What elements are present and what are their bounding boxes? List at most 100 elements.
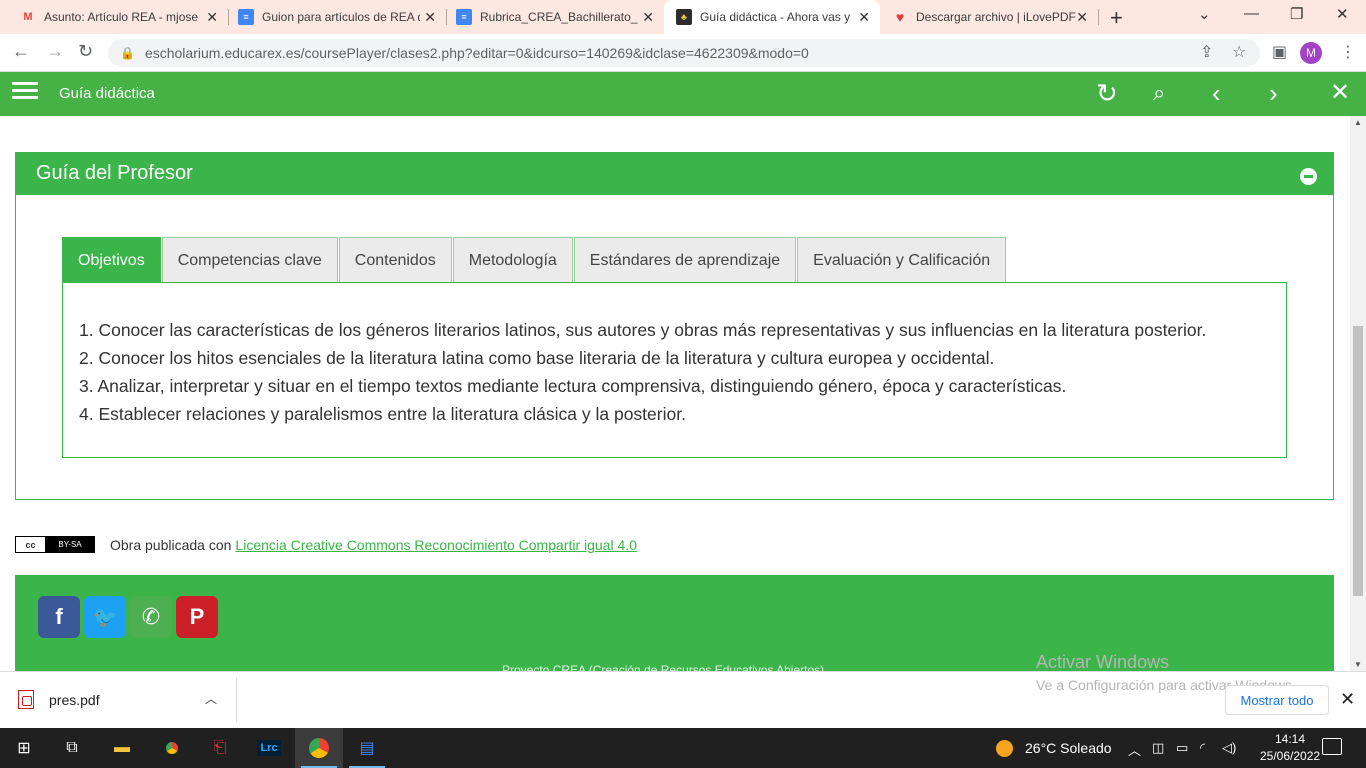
- teacher-guide-panel: Guía del Profesor Objetivos Competencias…: [15, 152, 1334, 500]
- download-item[interactable]: pres.pdf: [18, 690, 100, 709]
- cc-logo: cc: [16, 537, 46, 552]
- reload-icon[interactable]: ↻: [78, 41, 93, 62]
- facebook-share-button[interactable]: f: [38, 596, 80, 638]
- browser-tab-guia-active[interactable]: ♣ Guía didáctica - Ahora vas y ✕: [664, 0, 880, 34]
- whatsapp-share-button[interactable]: ✆: [130, 596, 172, 638]
- scroll-up-icon[interactable]: ▲: [1354, 118, 1362, 127]
- twitter-share-button[interactable]: 🐦: [84, 596, 126, 638]
- collapse-icon[interactable]: [1300, 168, 1317, 185]
- lock-icon: 🔒: [120, 46, 135, 60]
- license-prefix: Obra publicada con: [110, 536, 232, 553]
- browser-tab-guion[interactable]: ≡ Guion para artículos de REA d ✕: [218, 0, 446, 34]
- panel-header: Guía del Profesor: [16, 153, 1333, 195]
- watermark-title: Activar Windows: [1036, 652, 1170, 672]
- windows-start-icon[interactable]: ⊞: [0, 728, 48, 768]
- menu-kebab-icon[interactable]: ⋮: [1340, 42, 1356, 62]
- minimize-icon[interactable]: —: [1244, 5, 1259, 22]
- tab-estandares[interactable]: Estándares de aprendizaje: [573, 237, 797, 283]
- tab-competencias-clave[interactable]: Competencias clave: [161, 237, 338, 283]
- lightroom-icon[interactable]: Lrc: [245, 728, 293, 768]
- browser-toolbar: ← → ↻ 🔒 escholarium.educarex.es/coursePl…: [0, 34, 1366, 72]
- close-icon[interactable]: ✕: [1076, 9, 1088, 26]
- close-download-bar-icon[interactable]: ✕: [1340, 689, 1355, 710]
- download-bar: pres.pdf ︿ Ve a Configuración para activ…: [0, 671, 1366, 728]
- chrome-icon[interactable]: [148, 728, 196, 768]
- docs-icon: ≡: [238, 9, 254, 25]
- close-icon[interactable]: ✕: [642, 9, 654, 26]
- search-icon[interactable]: ⌕: [1153, 78, 1165, 108]
- forward-icon[interactable]: →: [46, 41, 64, 62]
- notifications-icon[interactable]: [1322, 738, 1342, 755]
- download-filename: pres.pdf: [49, 691, 100, 708]
- acrobat-icon[interactable]: ⎗: [196, 728, 244, 768]
- tab-contenidos[interactable]: Contenidos: [338, 237, 452, 283]
- app-icon: ♣: [676, 9, 692, 25]
- windows-taskbar: ⊞ ⧉ ▬ ⎗ Lrc ▤ 26°C Soleado ︿ ◫ ▭ ◜ ◁) 14…: [0, 728, 1366, 768]
- back-icon[interactable]: ←: [12, 41, 30, 62]
- close-icon[interactable]: ✕: [858, 9, 870, 26]
- tab-content-objetivos: 1. Conocer las características de los gé…: [62, 282, 1287, 458]
- footer-credit: Proyecto CREA (Creación de Recursos Educ…: [502, 663, 825, 671]
- app-header: Guía didáctica ↻ ⌕ ‹ › ✕: [0, 72, 1366, 116]
- heart-icon: ♥: [895, 9, 905, 25]
- chevron-up-icon[interactable]: ︿: [205, 690, 217, 707]
- scroll-down-icon[interactable]: ▼: [1354, 660, 1362, 669]
- browser-tab-ilovepdf[interactable]: ♥ Descargar archivo | iLovePDF ✕: [880, 0, 1098, 34]
- page-scrollbar[interactable]: ▲ ▼: [1350, 116, 1366, 671]
- close-window-icon[interactable]: ✕: [1336, 5, 1349, 23]
- taskbar-clock[interactable]: 14:14 25/06/2022: [1260, 731, 1320, 765]
- whatsapp-icon: ✆: [141, 604, 161, 629]
- browser-tab-gmail[interactable]: M Asunto: Artículo REA - mjose ✕: [0, 0, 228, 34]
- pinterest-icon: P: [189, 604, 205, 629]
- chrome-profile-icon[interactable]: [295, 728, 343, 768]
- browser-tab-rubrica[interactable]: ≡ Rubrica_CREA_Bachillerato_La ✕: [436, 0, 664, 34]
- windows-activation-watermark: Activar Windows: [1036, 652, 1169, 673]
- previous-icon[interactable]: ‹: [1212, 78, 1221, 108]
- browser-tab-strip: M Asunto: Artículo REA - mjose ✕ ≡ Guion…: [0, 0, 1366, 34]
- tab-metodologia[interactable]: Metodología: [452, 237, 573, 283]
- profile-avatar[interactable]: M: [1300, 42, 1322, 64]
- refresh-icon[interactable]: ↻: [1096, 78, 1118, 108]
- side-panel-icon[interactable]: ▣: [1272, 42, 1287, 62]
- tray-chevron-icon[interactable]: ︿: [1128, 740, 1141, 759]
- docs-app-icon[interactable]: ▤: [343, 728, 391, 768]
- license-link[interactable]: Licencia Creative Commons Reconocimiento…: [235, 537, 637, 553]
- tab-title: Guía didáctica - Ahora vas y: [700, 10, 850, 24]
- weather-widget[interactable]: 26°C Soleado: [996, 728, 1112, 768]
- tab-objetivos[interactable]: Objetivos: [62, 237, 161, 283]
- guide-tabs: Objetivos Competencias clave Contenidos …: [62, 237, 1007, 283]
- objectives-list: 1. Conocer las características de los gé…: [79, 316, 1286, 428]
- pinterest-share-button[interactable]: P: [176, 596, 218, 638]
- pdf-file-icon: [18, 690, 34, 709]
- hamburger-menu-icon[interactable]: [12, 82, 38, 104]
- twitter-icon: 🐦: [92, 606, 118, 629]
- gmail-icon: M: [23, 11, 33, 23]
- page-content: Guía del Profesor Objetivos Competencias…: [0, 116, 1350, 671]
- tab-search-icon[interactable]: ⌄: [1198, 5, 1211, 23]
- task-view-icon[interactable]: ⧉: [48, 728, 96, 768]
- battery-icon[interactable]: ▭: [1176, 740, 1188, 756]
- address-bar[interactable]: 🔒 escholarium.educarex.es/coursePlayer/c…: [108, 39, 1260, 67]
- bookmark-star-icon[interactable]: ☆: [1232, 42, 1246, 62]
- url-text[interactable]: escholarium.educarex.es/coursePlayer/cla…: [145, 45, 809, 61]
- tab-title: Rubrica_CREA_Bachillerato_La: [480, 10, 638, 24]
- show-all-downloads-button[interactable]: Mostrar todo: [1225, 685, 1329, 715]
- tab-evaluacion[interactable]: Evaluación y Calificación: [797, 237, 1007, 283]
- by-sa-label: BY-SA: [46, 537, 94, 552]
- panel-title: Guía del Profesor: [36, 162, 193, 184]
- meet-now-icon[interactable]: ◫: [1152, 740, 1164, 756]
- wifi-icon[interactable]: ◜: [1200, 740, 1205, 756]
- new-tab-button[interactable]: +: [1110, 5, 1123, 31]
- close-icon[interactable]: ✕: [424, 9, 436, 26]
- next-icon[interactable]: ›: [1269, 78, 1278, 108]
- restore-icon[interactable]: ❐: [1290, 5, 1303, 23]
- close-icon[interactable]: ✕: [206, 9, 218, 26]
- share-icon[interactable]: ⇪: [1200, 42, 1213, 62]
- file-explorer-icon[interactable]: ▬: [98, 728, 146, 768]
- tab-title: Guion para artículos de REA d: [262, 10, 420, 24]
- scrollbar-thumb[interactable]: [1353, 326, 1363, 596]
- close-player-icon[interactable]: ✕: [1330, 78, 1350, 108]
- cc-by-sa-badge[interactable]: cc BY-SA: [15, 536, 95, 553]
- volume-icon[interactable]: ◁): [1222, 740, 1236, 756]
- license-line: cc BY-SA Obra publicada con Licencia Cre…: [15, 536, 637, 553]
